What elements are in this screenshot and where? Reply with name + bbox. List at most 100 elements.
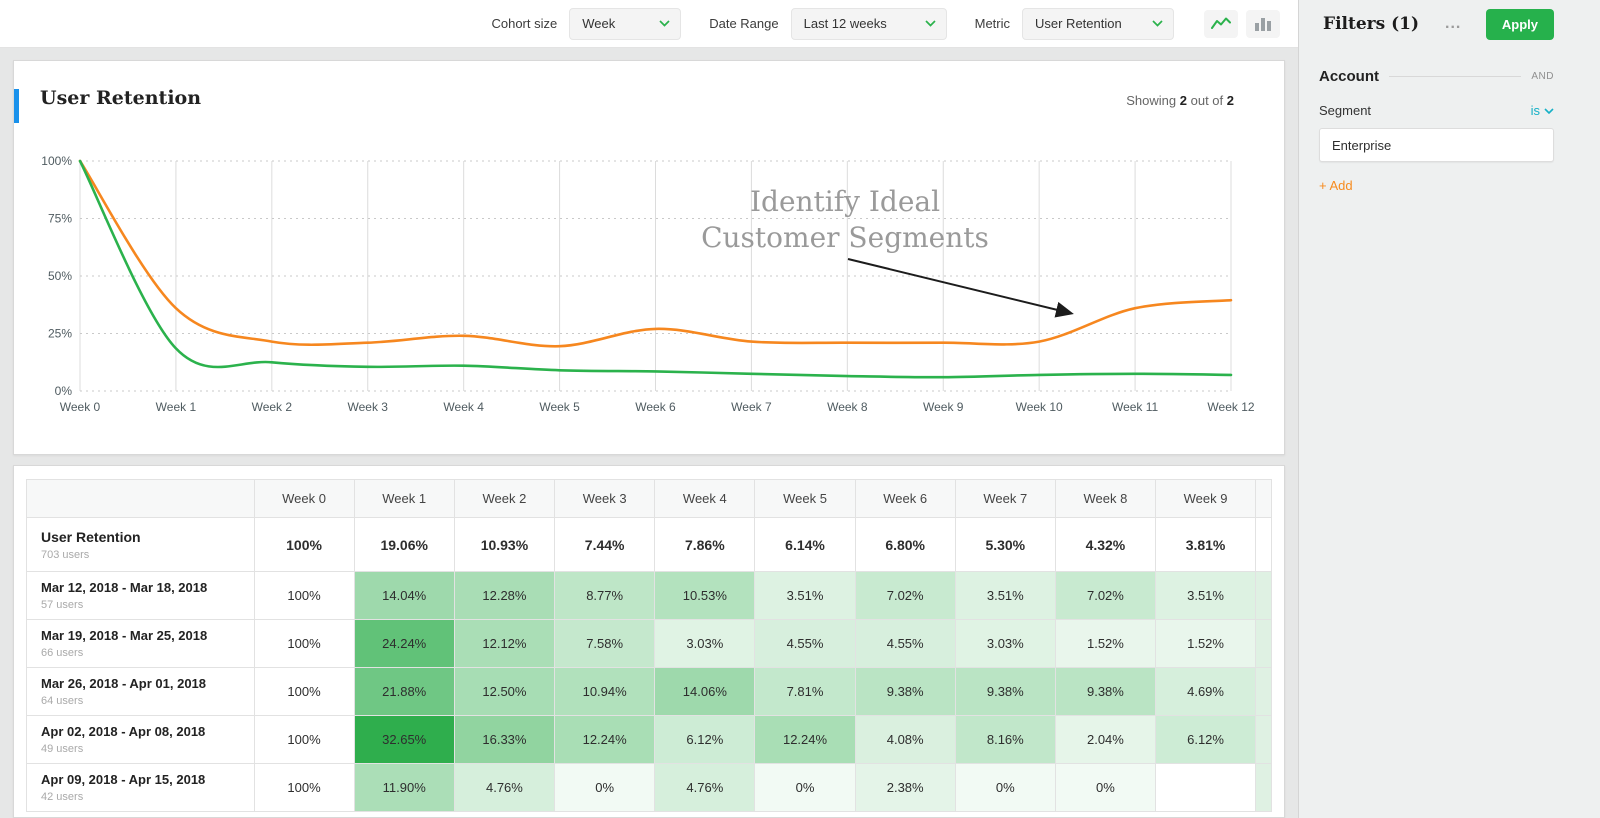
segment-value: Enterprise — [1332, 137, 1392, 153]
retention-cell: 12.24% — [754, 715, 856, 764]
retention-cell: 3.03% — [954, 619, 1056, 668]
retention-cell: 1.52% — [1054, 619, 1156, 668]
clipped-cell — [1255, 763, 1272, 812]
date-range-select[interactable]: Last 12 weeks — [790, 7, 947, 40]
clipped-column-header — [1255, 479, 1272, 518]
cohort-title: User Retention — [41, 528, 141, 545]
cohort-row: Mar 26, 2018 - Apr 01, 2018 64 users 100% 2… — [26, 667, 1272, 716]
week-column-header: Week 9 — [1154, 479, 1257, 518]
chart-card-header: User Retention Showing 2 out of 2 — [14, 61, 1284, 135]
retention-cell: 2.38% — [854, 763, 956, 812]
summary-row: User Retention 703 users 100% 19.06% 10.93% 7… — [26, 517, 1272, 572]
showing-count: Showing 2 out of 2 — [1126, 93, 1234, 108]
retention-cell: 0% — [954, 763, 1056, 812]
week-column-header: Week 3 — [554, 479, 656, 518]
retention-cell: 100% — [253, 619, 355, 668]
x-axis-tick-label: Week 10 — [1016, 400, 1063, 414]
week-column-header: Week 4 — [654, 479, 756, 518]
line-chart-icon[interactable] — [1204, 9, 1238, 38]
week-column-header: Week 0 — [253, 479, 355, 518]
retention-cell: 21.88% — [353, 667, 455, 716]
week-column-header: Week 5 — [754, 479, 856, 518]
retention-cell: 3.51% — [1154, 571, 1257, 620]
clipped-cell — [1255, 571, 1272, 620]
x-axis-tick-label: Week 6 — [635, 400, 676, 414]
retention-cell — [1154, 763, 1257, 812]
table-header-row: Week 0 Week 1 Week 2 Week 3 Week 4 Week 5 Week… — [26, 479, 1272, 518]
retention-cell: 0% — [1054, 763, 1156, 812]
week-column-header: Week 2 — [453, 479, 556, 518]
cohort-title: Mar 26, 2018 - Apr 01, 2018 — [41, 676, 207, 691]
bar-chart-icon[interactable] — [1246, 9, 1280, 38]
cohort-size-select[interactable]: Week — [569, 7, 682, 40]
retention-cell: 100% — [253, 571, 355, 620]
retention-table-card: Week 0 Week 1 Week 2 Week 3 Week 4 Week 5 Week… — [13, 465, 1285, 818]
retention-cell: 32.65% — [353, 715, 455, 764]
table-corner-cell — [26, 479, 255, 518]
retention-cell: 3.51% — [754, 571, 856, 620]
cohort-label-cell: Mar 19, 2018 - Mar 25, 2018 66 users — [26, 619, 255, 668]
x-axis-tick-label: Week 11 — [1112, 400, 1159, 414]
cohort-size-value: Week — [582, 16, 616, 31]
segment-property-label: Segment — [1319, 103, 1372, 118]
x-axis-tick-label: Week 1 — [156, 400, 197, 414]
cohort-label-cell: Mar 26, 2018 - Apr 01, 2018 64 users — [26, 667, 255, 716]
x-axis-tick-label: Week 5 — [539, 400, 580, 414]
retention-cell: 24.24% — [353, 619, 455, 668]
week-column-header: Week 6 — [854, 479, 956, 518]
week-column-header: Week 8 — [1054, 479, 1156, 518]
cohort-user-count: 64 users — [41, 695, 84, 707]
date-range-value: Last 12 weeks — [803, 16, 887, 31]
app-root: Cohort size Week Date Range Last 12 week… — [0, 0, 1600, 818]
clipped-cell — [1255, 715, 1272, 764]
date-range-label: Date Range — [709, 16, 779, 31]
group-divider — [1389, 76, 1522, 77]
cohort-user-count: 57 users — [41, 599, 84, 611]
x-axis-tick-label: Week 3 — [348, 400, 389, 414]
retention-cell: 4.69% — [1154, 667, 1257, 716]
retention-cell: 16.33% — [453, 715, 556, 764]
chevron-down-icon — [659, 20, 670, 27]
clipped-cell — [1255, 667, 1272, 716]
retention-cell: 6.12% — [1154, 715, 1257, 764]
retention-cell: 4.08% — [854, 715, 956, 764]
add-filter-link[interactable]: + Add — [1319, 178, 1353, 193]
cohort-label-cell: Apr 09, 2018 - Apr 15, 2018 42 users — [26, 763, 255, 812]
annotation-arrow — [847, 258, 1074, 318]
retention-cell: 1.52% — [1154, 619, 1257, 668]
retention-cell: 2.04% — [1054, 715, 1156, 764]
overflow-menu-icon[interactable]: ... — [1441, 15, 1465, 33]
segment-value-field[interactable]: Enterprise — [1319, 128, 1554, 162]
retention-cell: 100% — [253, 763, 355, 812]
cohort-title: Apr 09, 2018 - Apr 15, 2018 — [41, 772, 206, 787]
cohort-size-label: Cohort size — [491, 16, 558, 31]
retention-cell: 8.77% — [554, 571, 656, 620]
retention-cell: 100% — [253, 667, 355, 716]
operator-select[interactable]: is — [1531, 103, 1554, 118]
retention-cell: 14.04% — [353, 571, 455, 620]
cohort-row: Mar 12, 2018 - Mar 18, 2018 57 users 100% 1… — [26, 571, 1272, 620]
operator-value: is — [1530, 103, 1540, 118]
x-axis-tick-label: Week 7 — [731, 400, 772, 414]
apply-button[interactable]: Apply — [1485, 8, 1554, 40]
retention-cell: 7.02% — [1054, 571, 1156, 620]
retention-cell: 6.14% — [754, 517, 856, 572]
clipped-cell — [1255, 619, 1272, 668]
metric-select[interactable]: User Retention — [1022, 7, 1174, 40]
retention-cell: 0% — [754, 763, 856, 812]
group-operator-label: AND — [1531, 71, 1554, 82]
retention-line-chart[interactable]: Week 0 Week 1 Week 2 Week 3 Week 4 Week 5 Week… — [26, 151, 1261, 417]
retention-cell: 4.76% — [654, 763, 756, 812]
showing-middle: out of — [1190, 93, 1224, 108]
retention-cell: 12.24% — [554, 715, 656, 764]
retention-cell: 7.58% — [554, 619, 656, 668]
filters-body: Account AND Segment is Enterprise + Add — [1299, 48, 1600, 195]
filters-title: Filters (1) — [1323, 14, 1420, 34]
x-axis-tick-label: Week 12 — [1207, 400, 1254, 414]
filters-header: Filters (1) ... Apply — [1299, 0, 1600, 48]
clipped-cell — [1255, 517, 1272, 572]
filter-group-label: Account — [1319, 68, 1379, 85]
retention-cell: 4.32% — [1054, 517, 1156, 572]
retention-cell: 11.90% — [353, 763, 455, 812]
retention-cell: 7.44% — [554, 517, 656, 572]
